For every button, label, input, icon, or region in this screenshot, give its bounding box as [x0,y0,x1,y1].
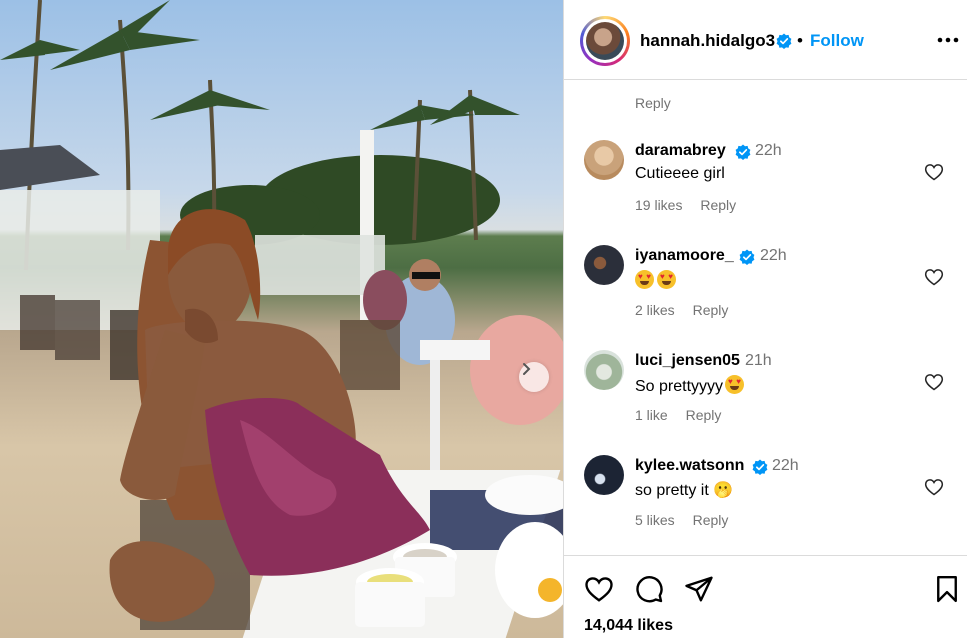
like-heart-icon[interactable] [924,477,944,497]
comment-likes[interactable]: 19 likes [635,197,682,213]
comment-time: 21h [745,352,772,369]
like-heart-icon[interactable] [584,574,614,604]
heart-eyes-emoji-icon [657,270,676,289]
comment-meta: 1 like Reply [635,407,735,423]
comment-likes[interactable]: 2 likes [635,302,675,318]
avatar[interactable] [584,350,624,390]
comment-username[interactable]: daramabrey [635,142,726,160]
comment-item: iyanamoore_ 22h 2 likes Reply [564,245,967,350]
comment-meta: 2 likes Reply [635,302,742,318]
more-options-icon[interactable] [936,30,960,50]
comment-time: 22h [755,142,782,159]
like-heart-icon[interactable] [924,162,944,182]
reply-link[interactable]: Reply [693,512,729,528]
reply-link[interactable]: Reply [700,197,736,213]
avatar[interactable] [584,245,624,285]
comment-item: kylee.watsonn 22h so pretty it 🫢 5 likes… [564,455,967,555]
post-photo [0,0,563,638]
comment-text [635,270,679,291]
follow-button[interactable]: Follow [810,31,864,51]
comment-meta: 5 likes Reply [635,512,742,528]
comment-username[interactable]: kylee.watsonn [635,457,744,475]
comment-username[interactable]: iyanamoore_ [635,247,734,265]
comment-item: daramabrey 22h Cutieeee girl 19 likes Re… [564,140,967,245]
comments-list[interactable]: Reply daramabrey 22h Cutieeee girl 19 li… [564,81,967,555]
author-avatar[interactable] [580,16,630,66]
save-bookmark-icon[interactable] [932,574,962,604]
post-like-count[interactable]: 14,044 likes [584,617,673,635]
reply-link[interactable]: Reply [693,302,729,318]
verified-badge-icon [735,144,751,160]
comment-time: 22h [760,247,787,264]
verified-badge-icon [752,459,768,475]
post-actions-bar: 14,044 likes [564,555,967,638]
avatar[interactable] [584,140,624,180]
comment-text: Cutieeee girl [635,165,725,182]
post-header: hannah.hidalgo3 • Follow [564,0,967,80]
heart-eyes-emoji-icon [635,270,654,289]
avatar[interactable] [584,455,624,495]
heart-eyes-emoji-icon [725,375,745,394]
comment-time: 22h [772,457,799,474]
reply-link[interactable]: Reply [635,95,671,111]
like-heart-icon[interactable] [924,267,944,287]
comment-text: So prettyyyy [635,375,747,396]
post-sidebar: hannah.hidalgo3 • Follow Reply daramabre… [563,0,967,638]
separator-dot: • [797,31,803,50]
like-heart-icon[interactable] [924,372,944,392]
chevron-right-icon [523,363,531,375]
comment-likes[interactable]: 1 like [635,407,668,423]
comment-meta: 19 likes Reply [635,197,750,213]
beach-scene-illustration [0,0,563,638]
share-send-icon[interactable] [684,574,714,604]
comment-text: so pretty it 🫢 [635,482,734,499]
reply-link[interactable]: Reply [686,407,722,423]
comment-bubble-icon[interactable] [634,574,664,604]
verified-badge-icon [776,33,792,49]
comment-likes[interactable]: 5 likes [635,512,675,528]
next-photo-button[interactable] [519,362,549,392]
author-username[interactable]: hannah.hidalgo3 [640,31,775,51]
comment-text-content: So prettyyyy [635,378,724,395]
verified-badge-icon [739,249,755,265]
comment-username[interactable]: luci_jensen05 [635,352,740,370]
comment-item: luci_jensen05 21h So prettyyyy 1 like Re… [564,350,967,455]
